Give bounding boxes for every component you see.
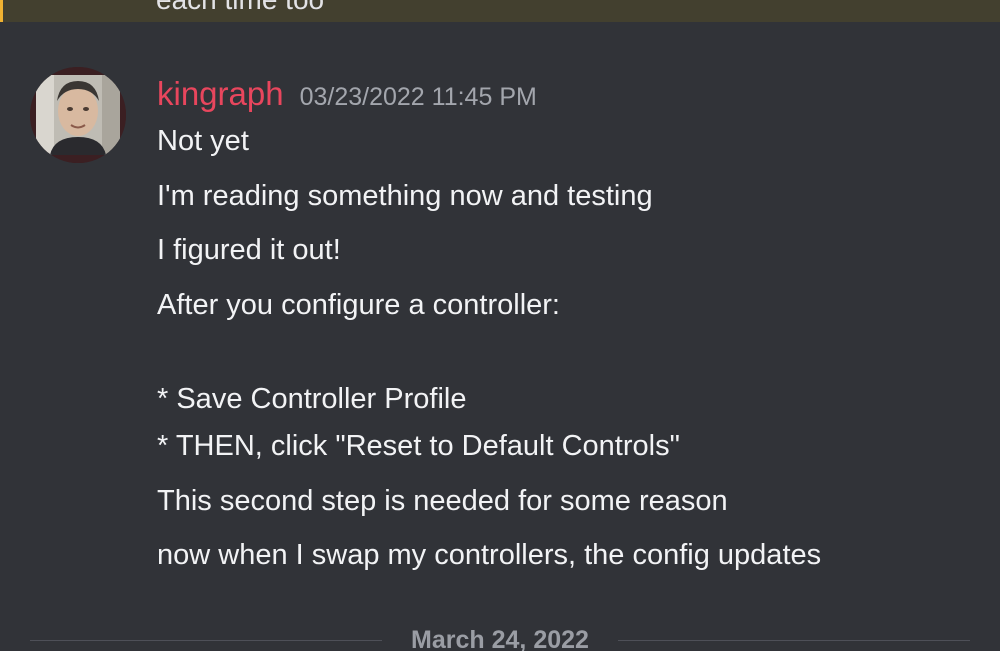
message-line-7: This second step is needed for some reas… [157,485,728,517]
date-divider: March 24, 2022 [30,622,970,651]
message-line-8: now when I swap my controllers, the conf… [157,539,822,571]
message-line-1: Not yet [157,125,249,157]
chat-view: each time too kingraph 03/23/2022 11:45 P… [0,0,1000,651]
username[interactable]: kingraph [157,75,284,112]
date-divider-label: March 24, 2022 [411,626,589,651]
message-line-3: I figured it out! [157,234,341,266]
previous-message-highlighted[interactable]: each time too [0,0,1000,22]
divider-line-right [618,640,970,641]
message-line-2: I'm reading something now and testing [157,180,653,212]
message-line-5: * Save Controller Profile [157,383,467,415]
previous-message-text: each time too [156,0,324,17]
user-avatar-image [30,67,126,163]
avatar[interactable] [30,67,126,163]
message-header: kingraph 03/23/2022 11:45 PM [157,74,537,114]
message-timestamp: 03/23/2022 11:45 PM [299,83,537,111]
divider-line-left [30,640,382,641]
message-line-6: * THEN, click "Reset to Default Controls… [157,430,680,462]
message-line-4: After you configure a controller: [157,289,560,321]
